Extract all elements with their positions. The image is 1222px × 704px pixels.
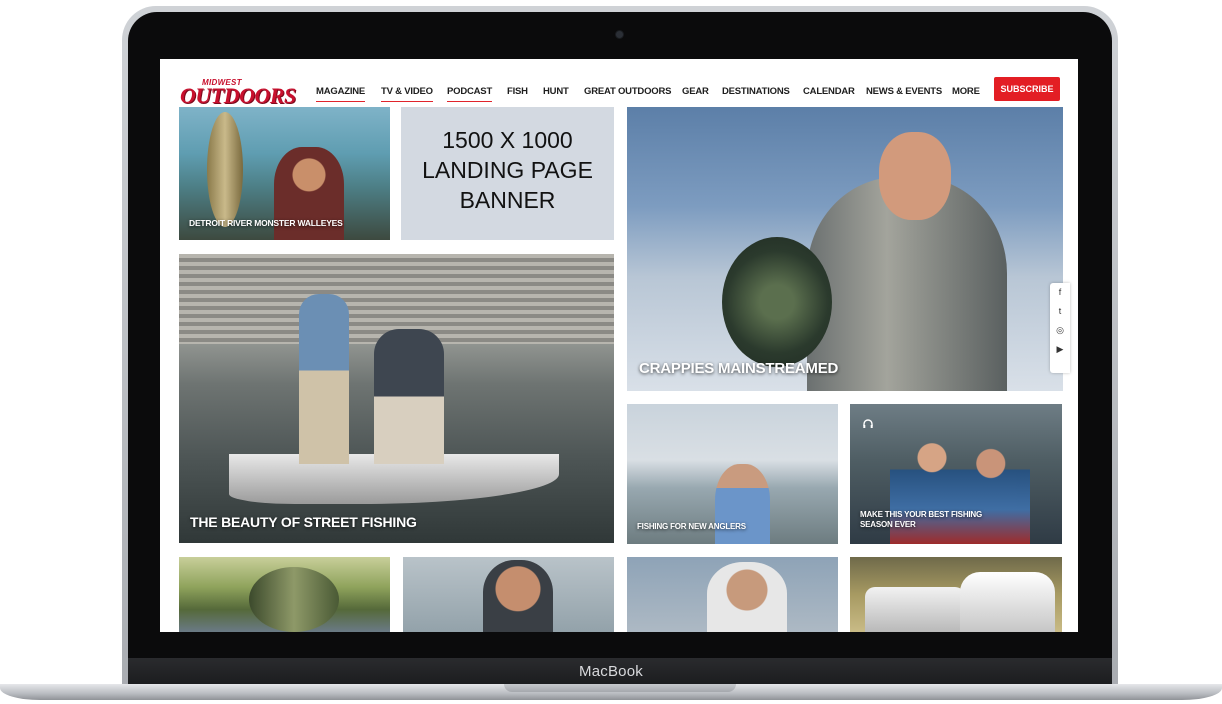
nav-item-calendar[interactable]: CALENDAR	[803, 86, 855, 97]
headphones-icon	[863, 419, 873, 428]
banner-line-2: LANDING PAGE	[422, 157, 593, 183]
tile-title: MAKE THIS YOUR BEST FISHING SEASON EVER	[860, 510, 982, 530]
angler-right-photo	[374, 329, 444, 464]
article-tile-angler-cap[interactable]	[627, 557, 838, 632]
article-tile-crappies[interactable]: CRAPPIES MAINSTREAMED	[627, 107, 1063, 391]
tile-title: CRAPPIES MAINSTREAMED	[639, 360, 839, 377]
youtube-icon[interactable]: ▶	[1050, 340, 1070, 359]
nav-item-news-events[interactable]: NEWS & EVENTS	[866, 86, 942, 97]
tile-title-line-1: MAKE THIS YOUR BEST FISHING	[860, 510, 983, 519]
tile-title: THE BEAUTY OF STREET FISHING	[190, 514, 417, 530]
truck-photo	[865, 587, 965, 632]
website-screen: MIDWEST OUTDOORS MAGAZINE TV & VIDEO POD…	[160, 59, 1078, 632]
bass-fish-photo	[249, 567, 339, 632]
crappie-fish-photo	[722, 237, 832, 367]
laptop-notch	[504, 684, 736, 692]
social-share-bar: f t ◎ ▶	[1050, 283, 1070, 373]
twitter-icon[interactable]: t	[1050, 302, 1070, 321]
article-tile-bass[interactable]	[179, 557, 390, 632]
article-tile-angler-sunglasses[interactable]	[403, 557, 614, 632]
banner-line-3: BANNER	[459, 187, 556, 213]
tile-title: DETROIT RIVER MONSTER WALLEYES	[189, 218, 343, 228]
nav-item-tv-video[interactable]: TV & VIDEO	[381, 86, 433, 102]
logo-main-text: OUTDOORS	[180, 83, 296, 108]
nav-item-great-outdoors[interactable]: GREAT OUTDOORS	[584, 86, 671, 97]
article-tile-walleyes[interactable]: DETROIT RIVER MONSTER WALLEYES	[179, 107, 390, 240]
nav-item-podcast[interactable]: PODCAST	[447, 86, 492, 102]
banner-line-1: 1500 X 1000	[442, 127, 573, 153]
nav-item-fish[interactable]: FISH	[507, 86, 528, 97]
subscribe-button[interactable]: SUBSCRIBE	[994, 77, 1060, 101]
article-tile-new-anglers[interactable]: FISHING FOR NEW ANGLERS	[627, 404, 838, 544]
angler-cap-photo	[707, 562, 787, 632]
angler-face-photo	[483, 560, 553, 632]
landing-page-banner: 1500 X 1000 LANDING PAGE BANNER	[401, 107, 614, 240]
site-logo[interactable]: MIDWEST OUTDOORS	[180, 78, 296, 108]
nav-item-destinations[interactable]: DESTINATIONS	[722, 86, 790, 97]
article-tile-street-fishing[interactable]: THE BEAUTY OF STREET FISHING	[179, 254, 614, 543]
tile-title-line-2: SEASON EVER	[860, 520, 916, 529]
nav-item-magazine[interactable]: MAGAZINE	[316, 86, 365, 102]
article-tile-best-season[interactable]: MAKE THIS YOUR BEST FISHING SEASON EVER	[850, 404, 1062, 544]
angler-photo	[715, 464, 770, 544]
article-tile-truck-boat[interactable]	[850, 557, 1062, 632]
site-header: MIDWEST OUTDOORS MAGAZINE TV & VIDEO POD…	[160, 59, 1078, 108]
nav-item-gear[interactable]: GEAR	[682, 86, 709, 97]
camera-icon	[616, 31, 623, 38]
angler-left-photo	[299, 294, 349, 464]
device-label: MacBook	[579, 663, 643, 680]
boat-photo	[960, 572, 1055, 632]
nav-item-hunt[interactable]: HUNT	[543, 86, 569, 97]
angler-face	[879, 132, 951, 220]
facebook-icon[interactable]: f	[1050, 283, 1070, 302]
tile-title: FISHING FOR NEW ANGLERS	[637, 522, 746, 531]
nav-item-more[interactable]: MORE	[952, 86, 980, 97]
fish-photo	[207, 112, 243, 227]
instagram-icon[interactable]: ◎	[1050, 321, 1070, 340]
